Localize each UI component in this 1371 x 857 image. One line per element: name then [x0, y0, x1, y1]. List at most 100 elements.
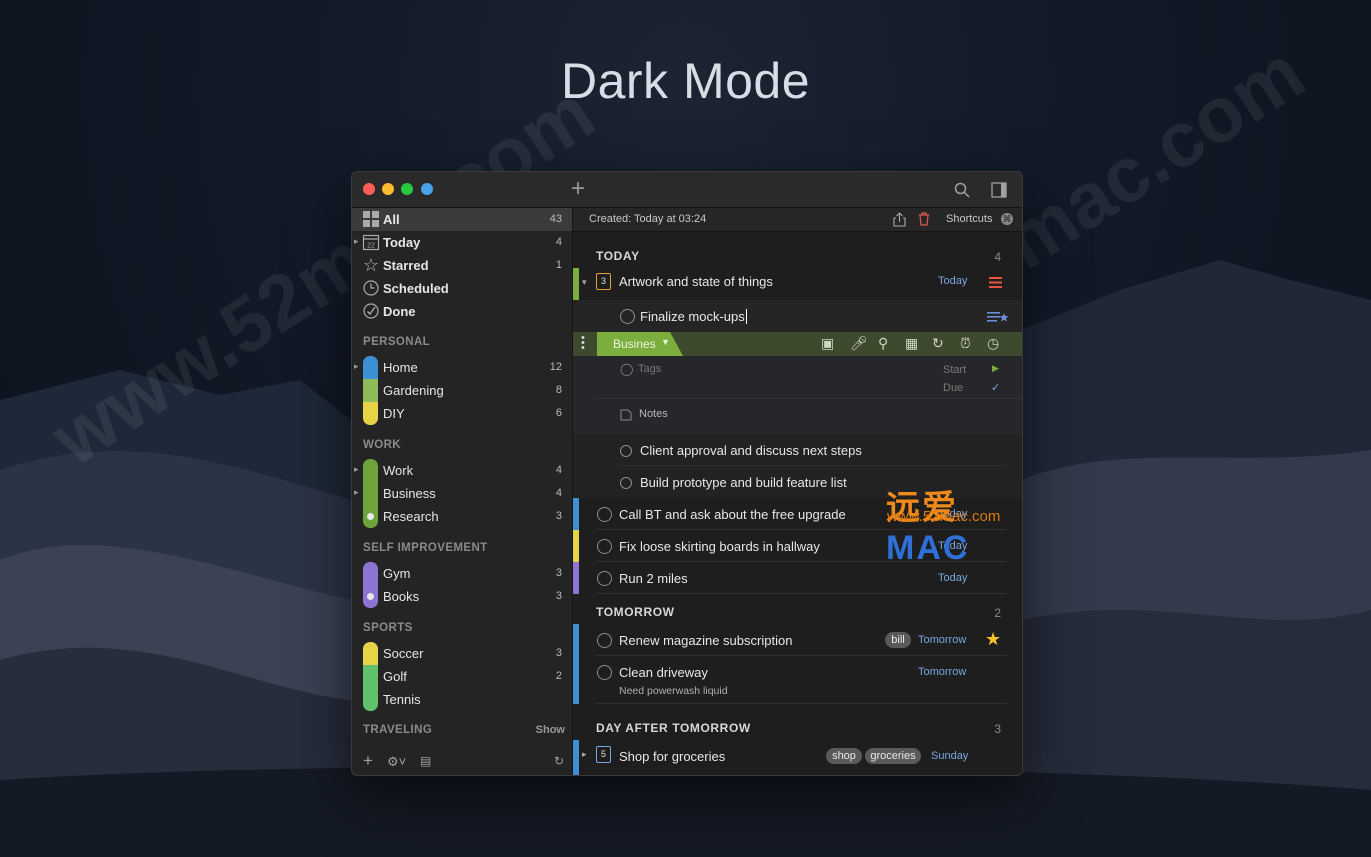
sidebar-item-label: Books	[383, 589, 420, 604]
task-row-shop[interactable]: ▸ 5 Shop for groceries shop groceries Su…	[573, 740, 1022, 772]
location-icon[interactable]: ⚲	[878, 335, 888, 352]
sidebar-item-label: Today	[383, 235, 421, 250]
command-icon[interactable]: ⌘	[1001, 213, 1013, 225]
sidebar-item-golf[interactable]: Golf 2	[352, 665, 572, 688]
minimize-button[interactable]	[382, 183, 394, 195]
share-icon[interactable]	[893, 212, 906, 227]
image-icon[interactable]: ▣	[821, 335, 834, 352]
drag-handle-icon[interactable]: • • •	[581, 333, 585, 354]
tag-chip[interactable]: shop	[826, 748, 862, 764]
zoom-button[interactable]	[401, 183, 413, 195]
close-button[interactable]	[363, 183, 375, 195]
section-title-personal: PERSONAL	[363, 336, 431, 348]
task-title-input[interactable]: Finalize mock-ups	[640, 309, 747, 324]
play-icon[interactable]: ▶	[992, 363, 999, 374]
group-title-day-after-tomorrow: DAY AFTER TOMORROW	[596, 721, 751, 735]
chevron-right-icon[interactable]: ▸	[354, 361, 359, 372]
task-date: Today	[938, 275, 968, 287]
subtask-row-client[interactable]: Client approval and discuss next steps	[573, 434, 1022, 466]
sidebar-item-research[interactable]: Research 3	[352, 505, 572, 528]
list-star-icon[interactable]	[987, 310, 1009, 324]
extra-window-button[interactable]	[421, 183, 433, 195]
sidebar-item-label: All	[383, 212, 400, 227]
sidebar-item-label: DIY	[383, 406, 405, 421]
add-list-icon[interactable]: +	[363, 751, 373, 771]
shortcuts-button[interactable]: Shortcuts	[946, 213, 992, 225]
sidebar-item-books[interactable]: Books 3	[352, 585, 572, 608]
list-selector[interactable]: Busines ▼	[597, 332, 683, 356]
sidebar-item-business[interactable]: ▸ Business 4	[352, 482, 572, 505]
group-count-today: 4	[994, 250, 1001, 264]
checkmark-icon[interactable]: ✓	[991, 381, 1000, 394]
sidebar-item-gardening[interactable]: Gardening 8	[352, 379, 572, 402]
repeat-icon[interactable]: ↻	[932, 335, 944, 352]
task-checkbox[interactable]	[620, 309, 635, 324]
calendar-icon[interactable]: ▦	[905, 335, 918, 352]
sidebar-item-count: 43	[549, 213, 562, 225]
task-checkbox[interactable]	[620, 445, 632, 457]
star-filled-icon[interactable]: ★	[985, 629, 1001, 650]
task-date: Tomorrow	[918, 666, 967, 678]
task-title: Artwork and state of things	[619, 274, 773, 289]
task-row-finalize[interactable]: Finalize mock-ups	[573, 300, 1022, 332]
sidebar-item-label: Soccer	[383, 646, 424, 661]
sidebar-item-today[interactable]: ▸ 22 Today 4	[352, 231, 572, 254]
sidebar-item-home[interactable]: ▸ Home 12	[352, 356, 572, 379]
start-label: Start	[943, 364, 967, 376]
search-icon[interactable]	[954, 182, 970, 198]
check-circle-icon	[363, 303, 379, 319]
sidebar-item-gym[interactable]: Gym 3	[352, 562, 572, 585]
sidebar-item-tennis[interactable]: Tennis	[352, 688, 572, 711]
tag-chip[interactable]: groceries	[865, 748, 921, 764]
repeat-checkbox[interactable]	[597, 633, 612, 648]
task-row-renew[interactable]: Renew magazine subscription bill Tomorro…	[573, 624, 1022, 656]
task-title: Shop for groceries	[619, 749, 726, 764]
task-editor: • • • Busines ▼ ▣ 🎤︎ ⚲ ▦ ↻ ⏰︎ ◷ ◯ Tags Sta…	[573, 332, 1022, 434]
show-section-button[interactable]: Show	[536, 724, 565, 736]
sidebar-item-starred[interactable]: ☆ Starred 1	[352, 254, 572, 277]
chevron-down-icon[interactable]: ▾	[582, 277, 587, 288]
task-checkbox[interactable]	[597, 665, 612, 680]
tags-field[interactable]: Tags	[638, 363, 661, 375]
sidebar-item-soccer[interactable]: Soccer 3	[352, 642, 572, 665]
sidebar-item-done[interactable]: Done	[352, 300, 572, 323]
sync-icon[interactable]: ↻	[554, 754, 564, 768]
task-checkbox[interactable]	[597, 539, 612, 554]
app-window: + All 43 ▸ 22 Today 4 ☆ Starred 1 Schedu…	[351, 171, 1023, 776]
calendar-icon: 22	[362, 234, 380, 251]
chevron-right-icon[interactable]: ▸	[582, 749, 587, 760]
task-title: Call BT and ask about the free upgrade	[619, 507, 846, 522]
microphone-icon[interactable]: 🎤︎	[850, 335, 868, 352]
row-divider	[595, 593, 1007, 594]
trash-icon[interactable]	[918, 212, 930, 226]
sidebar-item-diy[interactable]: DIY 6	[352, 402, 572, 425]
task-row-artwork[interactable]: ▾ 3 Artwork and state of things Today	[573, 268, 1022, 300]
alarm-icon[interactable]: ⏰︎	[960, 335, 971, 352]
sidebar-item-label: Scheduled	[383, 281, 449, 296]
repeat-checkbox[interactable]	[597, 571, 612, 586]
chevron-right-icon[interactable]: ▸	[354, 236, 359, 247]
tag-chip[interactable]: bill	[885, 632, 911, 648]
sidebar-item-work[interactable]: ▸ Work 4	[352, 459, 572, 482]
chevron-right-icon[interactable]: ▸	[354, 464, 359, 475]
sidebar-item-scheduled[interactable]: Scheduled	[352, 277, 572, 300]
gear-icon[interactable]: ⚙˅	[387, 754, 406, 770]
duration-icon[interactable]: ◷	[987, 335, 999, 352]
task-checkbox[interactable]	[597, 507, 612, 522]
plus-icon[interactable]: +	[571, 175, 585, 203]
info-bar: Created: Today at 03:24 Shortcuts ⌘	[573, 208, 1022, 232]
notes-field[interactable]: Notes	[639, 408, 668, 420]
task-title: Client approval and discuss next steps	[640, 443, 862, 458]
priority-icon[interactable]	[989, 277, 1002, 288]
task-checkbox[interactable]	[620, 477, 632, 489]
task-row-clean[interactable]: Clean driveway Need powerwash liquid Tom…	[573, 656, 1022, 704]
editor-divider	[595, 398, 1022, 399]
sidebar-item-all[interactable]: All 43	[352, 208, 572, 231]
sidebar-item-count: 12	[549, 361, 562, 373]
calendar-small-icon[interactable]: ▤	[420, 754, 431, 768]
task-title: Run 2 miles	[619, 571, 688, 586]
chevron-right-icon[interactable]: ▸	[354, 487, 359, 498]
sidebar-item-count: 3	[555, 647, 562, 659]
sidebar-toggle-icon[interactable]	[991, 182, 1007, 198]
task-list: Created: Today at 03:24 Shortcuts ⌘ TODA…	[573, 208, 1022, 775]
